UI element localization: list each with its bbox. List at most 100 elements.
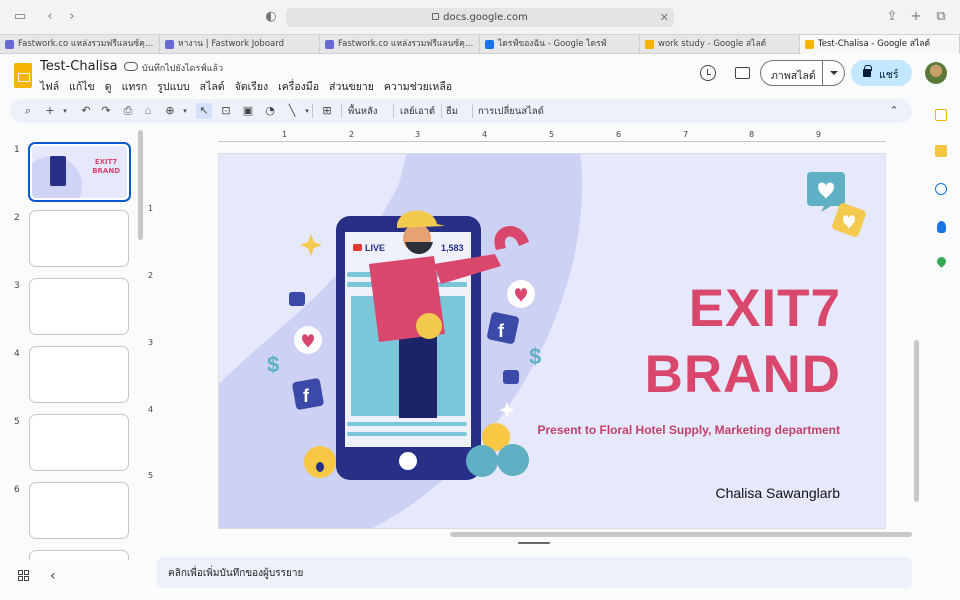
menu-arrange[interactable]: จัดเรียง xyxy=(235,78,268,95)
text-box-icon[interactable]: ⊡ xyxy=(218,103,234,119)
paint-format-icon[interactable]: ⌂ xyxy=(140,103,156,119)
slideshow-button[interactable]: ภาพสไลด์ xyxy=(760,60,845,86)
add-comment-icon[interactable]: ⊞ xyxy=(319,103,335,119)
slide-thumbnail-7[interactable] xyxy=(29,550,129,560)
notes-resize-handle[interactable] xyxy=(518,542,550,544)
image-icon[interactable]: ▣ xyxy=(240,103,256,119)
ruler-label: 3 xyxy=(148,338,154,347)
slide-number: 5 xyxy=(14,417,20,427)
shape-icon[interactable]: ◔ xyxy=(262,103,278,119)
speaker-notes[interactable]: คลิกเพื่อเพิ่มบันทึกของผู้บรรยาย xyxy=(157,557,912,588)
select-cursor-icon[interactable]: ↖ xyxy=(196,103,212,119)
slide-illustration[interactable]: LIVE 1,583 f f $ $ xyxy=(219,154,886,529)
slide-subtitle[interactable]: Present to Floral Hotel Supply, Marketin… xyxy=(538,423,841,437)
slide-canvas[interactable]: LIVE 1,583 f f $ $ EXIT7 BRAND Present t… xyxy=(218,153,886,529)
lock-icon xyxy=(863,65,872,77)
sidebar-toggle-icon[interactable]: ▭ xyxy=(12,9,28,25)
chevron-down-icon[interactable]: ▾ xyxy=(57,103,73,119)
new-tab-icon[interactable]: + xyxy=(908,9,924,25)
privacy-shield-icon[interactable]: ◐ xyxy=(263,9,279,25)
browser-tab[interactable]: work study - Google สไลด์ xyxy=(640,35,800,54)
maps-icon[interactable] xyxy=(935,255,948,268)
search-menus-icon[interactable]: ⌕ xyxy=(20,103,36,119)
line-icon[interactable]: ╲ xyxy=(284,103,300,119)
menu-insert[interactable]: แทรก xyxy=(122,78,148,95)
browser-tab[interactable]: Fastwork.co แหล่งรวมฟรีแลนซ์คุณภา... xyxy=(320,35,480,54)
document-title[interactable]: Test-Chalisa xyxy=(40,59,118,74)
background-button[interactable]: พื้นหลัง xyxy=(348,104,377,119)
chevron-down-icon[interactable] xyxy=(830,71,838,75)
divider xyxy=(472,104,473,118)
tab-label: ไดรฟ์ของฉัน - Google ไดรฟ์ xyxy=(498,39,607,49)
share-button[interactable]: แชร์ xyxy=(851,60,912,86)
browser-tab-active[interactable]: Test-Chalisa - Google สไลด์ xyxy=(800,35,960,54)
slide-title-line1[interactable]: EXIT7 xyxy=(689,278,841,339)
menu-slide[interactable]: สไลด์ xyxy=(200,78,225,95)
tab-label: Test-Chalisa - Google สไลด์ xyxy=(818,39,931,49)
menu-help[interactable]: ความช่วยเหลือ xyxy=(384,78,452,95)
chevron-down-icon[interactable]: ▾ xyxy=(177,103,193,119)
contacts-icon[interactable] xyxy=(937,221,946,233)
menu-file[interactable]: ไฟล์ xyxy=(40,78,59,95)
forward-icon[interactable]: › xyxy=(64,9,80,25)
ruler-label: 2 xyxy=(349,130,355,139)
vertical-ruler[interactable]: 1 2 3 4 5 xyxy=(146,153,158,528)
browser-tab[interactable]: ไดรฟ์ของฉัน - Google ไดรฟ์ xyxy=(480,35,640,54)
calendar-icon[interactable] xyxy=(935,109,947,121)
slide-thumbnail-3[interactable] xyxy=(29,278,129,335)
theme-button[interactable]: ธีม xyxy=(446,104,458,119)
slide-thumbnail-5[interactable] xyxy=(29,414,129,471)
layout-button[interactable]: เลย์เอาต์ xyxy=(400,104,435,119)
new-slide-icon[interactable]: + xyxy=(42,103,58,119)
vertical-scrollbar[interactable] xyxy=(914,340,919,502)
menu-edit[interactable]: แก้ไข xyxy=(69,78,95,95)
back-icon[interactable]: ‹ xyxy=(42,9,58,25)
slide-thumbnail-2[interactable] xyxy=(29,210,129,267)
print-icon[interactable]: ⎙ xyxy=(120,103,136,119)
slide-title-line2[interactable]: BRAND xyxy=(645,344,841,405)
thumbnail-title-line: EXIT7 xyxy=(94,158,118,166)
cloud-saved-icon[interactable] xyxy=(124,62,138,71)
menu-bar: ไฟล์ แก้ไข ดู แทรก รูปแบบ สไลด์ จัดเรียง… xyxy=(40,78,462,95)
slide-thumbnail-4[interactable] xyxy=(29,346,129,403)
transition-button[interactable]: การเปลี่ยนสไลด์ xyxy=(478,104,544,119)
clear-url-icon[interactable]: ✕ xyxy=(660,8,669,27)
browser-tab[interactable]: หางาน | Fastwork Joboard xyxy=(160,35,320,54)
version-history-icon[interactable] xyxy=(700,65,716,81)
menu-format[interactable]: รูปแบบ xyxy=(157,78,189,95)
menu-extensions[interactable]: ส่วนขยาย xyxy=(329,78,374,95)
collapse-filmstrip-icon[interactable]: ‹ xyxy=(50,568,56,584)
menu-tools[interactable]: เครื่องมือ xyxy=(278,78,319,95)
address-bar[interactable]: docs.google.com ✕ xyxy=(286,8,674,27)
comments-icon[interactable] xyxy=(735,67,750,79)
zoom-icon[interactable]: ⊕ xyxy=(162,103,178,119)
share-page-icon[interactable]: ⇪ xyxy=(884,9,900,25)
ruler-label: 6 xyxy=(616,130,622,139)
horizontal-scrollbar[interactable] xyxy=(450,532,912,537)
filmstrip-scrollbar[interactable] xyxy=(138,130,143,240)
browser-tab[interactable]: Fastwork.co แหล่งรวมฟรีแลนซ์คุณภา... xyxy=(0,35,160,54)
menu-view[interactable]: ดู xyxy=(105,78,112,95)
slideshow-label: ภาพสไลด์ xyxy=(771,70,816,82)
slides-logo-icon[interactable] xyxy=(14,63,32,88)
grid-view-icon[interactable] xyxy=(18,570,30,582)
slide-thumbnail-6[interactable] xyxy=(29,482,129,539)
divider xyxy=(822,61,823,85)
slide-author[interactable]: Chalisa Sawanglarb xyxy=(715,485,840,501)
tasks-icon[interactable] xyxy=(935,183,947,195)
undo-icon[interactable]: ↶ xyxy=(78,103,94,119)
fastwork-favicon-icon xyxy=(325,40,334,49)
redo-icon[interactable]: ↷ xyxy=(98,103,114,119)
slide-number: 6 xyxy=(14,485,20,495)
keep-icon[interactable] xyxy=(935,145,947,157)
svg-text:f: f xyxy=(498,321,505,341)
collapse-toolbar-icon[interactable]: ⌃ xyxy=(886,103,902,119)
tab-overview-icon[interactable]: ⧉ xyxy=(933,9,949,25)
person-legs xyxy=(399,332,437,418)
live-badge-icon xyxy=(353,244,362,251)
slide-thumbnail-1[interactable]: EXIT7 BRAND xyxy=(28,142,131,202)
side-panel xyxy=(924,99,960,600)
account-avatar[interactable] xyxy=(925,62,947,84)
thumbnail-title: EXIT7 BRAND xyxy=(92,158,120,176)
horizontal-ruler[interactable]: 1 2 3 4 5 6 7 8 9 xyxy=(218,130,886,142)
